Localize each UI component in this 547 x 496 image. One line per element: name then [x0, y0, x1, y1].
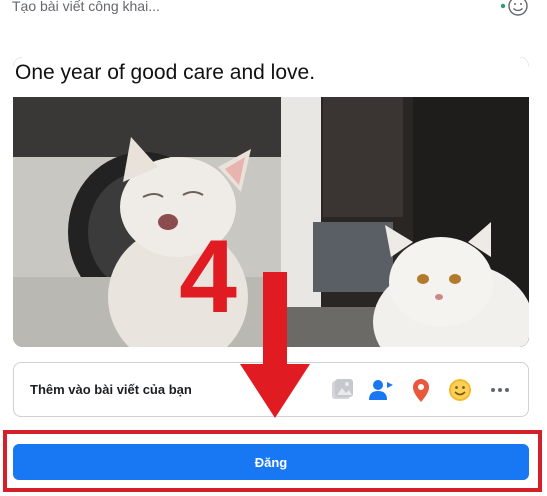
check-in-button[interactable] [406, 375, 436, 405]
cat-meme-image [13, 97, 529, 347]
emoji-icon [500, 0, 528, 16]
tag-people-button[interactable] [366, 375, 396, 405]
feeling-activity-icon [449, 379, 471, 401]
emoji-button[interactable] [498, 0, 532, 18]
photo-video-icon [332, 379, 353, 399]
photo-video-button[interactable] [327, 375, 357, 405]
post-button[interactable]: Đăng [13, 444, 529, 480]
check-in-icon [413, 379, 429, 402]
more-icon [491, 388, 509, 392]
feeling-activity-button[interactable] [445, 375, 475, 405]
more-options-button[interactable] [485, 375, 515, 405]
tag-people-icon [369, 380, 393, 400]
attached-media-preview: One year of good care and love. [13, 57, 529, 347]
add-to-post-label: Thêm vào bài viết của bạn [30, 382, 192, 397]
post-text-input[interactable]: Tạo bài viết công khai... [12, 0, 160, 15]
meme-caption: One year of good care and love. [13, 57, 529, 97]
add-to-post-bar: Thêm vào bài viết của bạn [13, 362, 529, 417]
